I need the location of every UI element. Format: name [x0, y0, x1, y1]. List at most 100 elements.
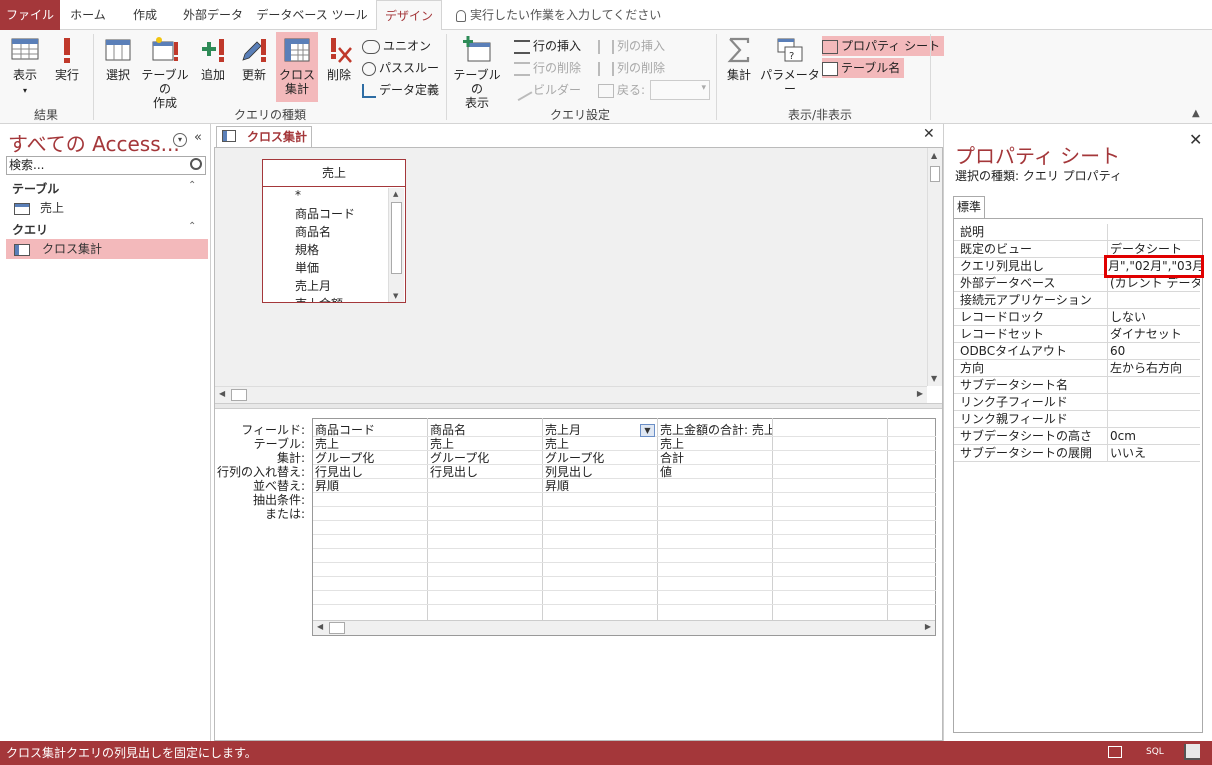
scroll-thumb[interactable]: [930, 166, 940, 182]
grid-cell-sort[interactable]: 昇順: [315, 479, 425, 493]
pass-through-button[interactable]: パススルー: [362, 58, 439, 78]
tab-create[interactable]: 作成: [120, 0, 170, 30]
property-row[interactable]: レコードセット ダイナセット: [954, 326, 1200, 343]
grid-cell-sort[interactable]: [430, 479, 540, 493]
field-item[interactable]: 売上金額: [295, 295, 343, 302]
property-value[interactable]: [1107, 394, 1200, 411]
view-button[interactable]: 表示 ▾: [6, 32, 44, 102]
delete-rows-button[interactable]: 行の削除: [514, 58, 581, 78]
property-row[interactable]: 説明: [954, 224, 1200, 241]
property-row[interactable]: サブデータシートの高さ 0cm: [954, 428, 1200, 445]
tab-standard[interactable]: 標準: [953, 196, 985, 218]
design-view-icon[interactable]: [1184, 744, 1200, 760]
property-value[interactable]: 左から右方向: [1107, 360, 1200, 377]
tell-me-box[interactable]: 実行したい作業を入力してください: [456, 0, 661, 30]
scroll-left-icon[interactable]: ◀: [317, 622, 323, 631]
property-row[interactable]: 接続元アプリケーション: [954, 292, 1200, 309]
nav-pane-title[interactable]: すべての Access...: [8, 128, 180, 157]
insert-rows-button[interactable]: 行の挿入: [514, 36, 581, 56]
field-list-title[interactable]: 売上: [262, 159, 406, 187]
nav-search-input[interactable]: 検索...: [6, 156, 206, 175]
property-value[interactable]: [1107, 411, 1200, 428]
collapse-nav-icon[interactable]: «: [194, 130, 202, 145]
scroll-thumb[interactable]: [329, 622, 345, 634]
parameters-button[interactable]: ? パラメーター: [760, 32, 820, 102]
property-value[interactable]: [1107, 224, 1200, 241]
union-button[interactable]: ユニオン: [362, 36, 431, 56]
scroll-right-icon[interactable]: ▶: [925, 622, 931, 631]
grid-horizontal-scrollbar[interactable]: ◀ ▶: [313, 620, 935, 635]
property-row[interactable]: リンク親フィールド: [954, 411, 1200, 428]
field-item[interactable]: 規格: [295, 241, 319, 259]
make-table-button[interactable]: テーブルの 作成: [138, 32, 192, 110]
insert-columns-button[interactable]: 列の挿入: [598, 36, 665, 56]
grid-cell-crosstab[interactable]: 値: [660, 465, 770, 479]
crosstab-button[interactable]: クロス 集計: [276, 32, 318, 102]
grid-cell-total[interactable]: グループ化: [315, 451, 425, 465]
grid-cell-crosstab[interactable]: 行見出し: [315, 465, 425, 479]
tab-design[interactable]: デザイン: [376, 0, 442, 31]
scroll-down-icon[interactable]: ▼: [393, 292, 398, 300]
field-item[interactable]: *: [295, 186, 301, 204]
column-headings-input[interactable]: 月","02月","03月": [1104, 255, 1204, 278]
field-item[interactable]: 単価: [295, 259, 319, 277]
delete-query-button[interactable]: 削除: [322, 32, 356, 102]
close-document-icon[interactable]: ✕: [923, 126, 935, 142]
property-value[interactable]: [1107, 377, 1200, 394]
builder-button[interactable]: ビルダー: [511, 80, 581, 101]
field-dropdown-chevron-icon[interactable]: ▼: [640, 424, 655, 437]
nav-item-table-sales[interactable]: 売上: [14, 198, 204, 218]
grid-cell-field[interactable]: 商品コード: [315, 423, 425, 437]
scroll-down-icon[interactable]: ▼: [931, 374, 937, 383]
property-value[interactable]: [1107, 292, 1200, 309]
grid-cell-table[interactable]: 売上: [315, 437, 425, 451]
chevron-up-icon[interactable]: ⌃: [188, 180, 196, 191]
property-value[interactable]: いいえ: [1107, 445, 1200, 462]
grid-cell-crosstab[interactable]: 列見出し: [545, 465, 655, 479]
scroll-thumb[interactable]: [391, 202, 402, 274]
tab-file[interactable]: ファイル: [0, 0, 60, 30]
scroll-up-icon[interactable]: ▲: [393, 190, 398, 198]
property-row[interactable]: リンク子フィールド: [954, 394, 1200, 411]
table-pane-vertical-scrollbar[interactable]: ▲ ▼: [927, 148, 942, 386]
run-button[interactable]: 実行: [50, 32, 84, 102]
property-value[interactable]: ダイナセット: [1107, 326, 1200, 343]
select-query-button[interactable]: 選択: [100, 32, 136, 102]
return-dropdown[interactable]: ▾: [650, 80, 710, 100]
chevron-up-icon[interactable]: ⌃: [188, 221, 196, 232]
grid-cell-total[interactable]: グループ化: [545, 451, 655, 465]
field-item[interactable]: 商品名: [295, 223, 331, 241]
sql-view-button[interactable]: SQL: [1146, 745, 1164, 759]
tab-database-tools[interactable]: データベース ツール: [255, 0, 369, 30]
field-item[interactable]: 商品コード: [295, 205, 355, 223]
property-row[interactable]: レコードロック しない: [954, 309, 1200, 326]
grid-cell-table[interactable]: 売上: [430, 437, 540, 451]
property-row[interactable]: 方向 左から右方向: [954, 360, 1200, 377]
scroll-up-icon[interactable]: ▲: [931, 151, 937, 160]
nav-section-tables[interactable]: テーブル: [12, 180, 59, 197]
grid-cell-crosstab[interactable]: 行見出し: [430, 465, 540, 479]
scroll-left-icon[interactable]: ◀: [219, 389, 225, 398]
field-item[interactable]: 売上月: [295, 277, 331, 295]
show-table-button[interactable]: テーブルの 表示: [450, 32, 504, 110]
table-pane-horizontal-scrollbar[interactable]: ◀ ▶: [215, 386, 927, 403]
scroll-thumb[interactable]: [231, 389, 247, 401]
grid-cell-field[interactable]: 商品名: [430, 423, 540, 437]
delete-columns-button[interactable]: 列の削除: [598, 58, 665, 78]
search-icon[interactable]: [190, 158, 202, 170]
data-definition-button[interactable]: データ定義: [362, 80, 439, 100]
grid-cell-sort[interactable]: 昇順: [545, 479, 655, 493]
close-property-sheet-icon[interactable]: ✕: [1189, 130, 1202, 149]
grid-cell-total[interactable]: グループ化: [430, 451, 540, 465]
datasheet-view-icon[interactable]: [1108, 746, 1122, 758]
tab-external-data[interactable]: 外部データ: [176, 0, 250, 30]
field-list-scrollbar[interactable]: ▲ ▼: [388, 188, 404, 302]
update-button[interactable]: 更新: [236, 32, 272, 102]
nav-section-queries[interactable]: クエリ: [12, 221, 48, 238]
table-names-button[interactable]: テーブル名: [822, 58, 905, 78]
property-sheet-button[interactable]: プロパティ シート: [822, 36, 945, 56]
grid-cell-field[interactable]: 売上月: [545, 423, 635, 437]
grid-cell-field[interactable]: 売上金額の合計: 売上: [660, 423, 772, 437]
tab-home[interactable]: ホーム: [62, 0, 114, 30]
property-row[interactable]: ODBCタイムアウト 60: [954, 343, 1200, 360]
